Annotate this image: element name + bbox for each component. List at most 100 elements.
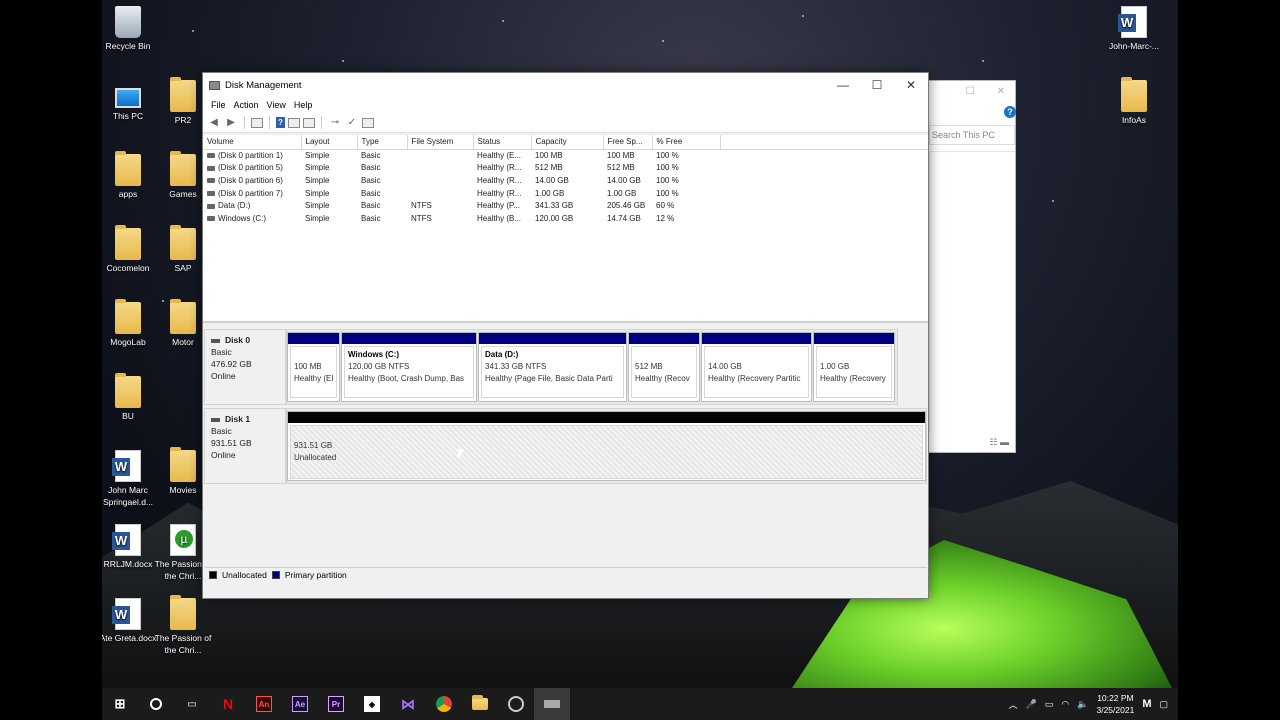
cell-text: (Disk 0 partition 1)	[218, 151, 283, 161]
chevron-up-icon[interactable]: ︿	[1009, 698, 1018, 711]
primary-partition-bar	[702, 333, 811, 344]
table-row[interactable]: (Disk 0 partition 5) Simple Basic Healthy (…	[203, 162, 928, 175]
help-book-icon[interactable]: ?	[276, 117, 285, 128]
properties-icon[interactable]	[288, 117, 300, 128]
col-file-system[interactable]: File System	[407, 135, 474, 150]
john-marc-right-doc-icon[interactable]: John-Marc-...	[1104, 6, 1164, 52]
ate-greta-doc-icon[interactable]: Ate Greta.docx	[102, 598, 158, 644]
col-type[interactable]: Type	[357, 135, 408, 150]
unity-taskbar-button[interactable]: ◈	[354, 688, 390, 720]
menu-file[interactable]: File	[211, 100, 226, 110]
microphone-icon[interactable]: 🎤	[1026, 699, 1037, 710]
premiere-taskbar-button[interactable]: Pr	[318, 688, 354, 720]
cocomelon-folder-icon[interactable]: Cocomelon	[102, 225, 158, 274]
passion-folder-icon[interactable]: The Passion of the Chri...	[153, 595, 213, 656]
checkmark-icon[interactable]: ✓	[345, 116, 359, 129]
apps-folder-icon[interactable]: apps	[102, 151, 158, 200]
col-volume[interactable]: Volume	[203, 135, 302, 150]
recycle-bin-icon[interactable]: Recycle Bin	[102, 6, 158, 52]
minimize-button[interactable]: —	[826, 73, 860, 97]
partition-100mb[interactable]: 100 MB Healthy (EI	[287, 332, 340, 402]
animate-taskbar-button[interactable]: An	[246, 688, 282, 720]
chrome-taskbar-button[interactable]	[426, 688, 462, 720]
forward-arrow-icon[interactable]: ▶	[224, 116, 238, 129]
cell-status: Healthy (B...	[473, 212, 531, 225]
menu-action[interactable]: Action	[234, 100, 259, 110]
mogolab-folder-icon[interactable]: MogoLab	[102, 299, 158, 348]
disk-management-taskbar-button[interactable]	[534, 688, 570, 720]
col-percent-free[interactable]: % Free	[652, 135, 721, 150]
list-view-icon[interactable]	[362, 117, 374, 128]
utorrent-icon	[170, 524, 196, 556]
col-free-space[interactable]: Free Sp...	[603, 135, 653, 150]
john-marc-doc-icon[interactable]: John Marc Springael.d...	[102, 450, 160, 508]
view-toggle-icon[interactable]: ☷ ▬	[989, 437, 1009, 448]
back-arrow-icon[interactable]: ◀	[207, 116, 221, 129]
table-row[interactable]: (Disk 0 partition 6) Simple Basic Healthy (…	[203, 174, 928, 187]
table-row[interactable]: Data (D:) Simple Basic NTFS Healthy (P... 341…	[203, 199, 928, 212]
partition-windows-c[interactable]: Windows (C:) 120.00 GB NTFS Healthy (Boot,…	[341, 332, 477, 402]
unallocated-space[interactable]: 931.51 GB Unallocated	[287, 411, 926, 481]
cell-text: 341.33 GB	[535, 201, 574, 211]
cell-layout: Simple	[301, 199, 357, 212]
table-row[interactable]: (Disk 0 partition 1) Simple Basic Healthy (…	[203, 149, 928, 162]
notification-icon[interactable]: ▢	[1159, 699, 1168, 710]
disk-1-partitions: 931.51 GB Unallocated	[286, 408, 927, 484]
infoas-folder-icon[interactable]: InfoAs	[1104, 77, 1164, 126]
cell-volume: Windows (C:)	[203, 212, 301, 225]
disk-0-type: Basic	[211, 347, 232, 357]
this-pc-icon[interactable]: This PC	[102, 80, 158, 122]
rrljm-doc-icon[interactable]: RRLJM.docx	[102, 524, 158, 570]
start-button[interactable]: ⊞	[102, 688, 138, 720]
system-tray: ︿ 🎤 ▭ ◠ 🔈 10:22 PM 3/25/2021 M ▢	[1009, 692, 1178, 716]
file-explorer-window[interactable]: ☐ ✕ ? Search This PC ☷ ▬	[925, 80, 1016, 453]
cell-type: Basic	[357, 162, 407, 175]
partition-data-d[interactable]: Data (D:) 341.33 GB NTFS Healthy (Page Fil…	[478, 332, 627, 402]
cell-text: Healthy (R...	[477, 188, 522, 198]
recycle-bin-glyph-icon	[115, 6, 141, 38]
maximize-button[interactable]: ☐	[860, 73, 894, 97]
help-icon[interactable]: ?	[1004, 106, 1016, 118]
table-row[interactable]: Windows (C:) Simple Basic NTFS Healthy (B...…	[203, 212, 928, 225]
obs-taskbar-button[interactable]	[498, 688, 534, 720]
col-capacity[interactable]: Capacity	[531, 135, 604, 150]
col-layout[interactable]: Layout	[301, 135, 358, 150]
disk-1-label-box[interactable]: Disk 1 Basic 931.51 GB Online	[204, 408, 286, 484]
apps-label: apps	[118, 189, 138, 199]
meet-now-icon[interactable]: M	[1142, 698, 1151, 710]
file-explorer-taskbar-button[interactable]	[462, 688, 498, 720]
unallocated-bar	[288, 412, 925, 423]
folder-icon	[170, 299, 196, 334]
visual-studio-taskbar-button[interactable]: ⋈	[390, 688, 426, 720]
disk-management-icon	[544, 700, 560, 708]
cortana-button[interactable]	[138, 688, 174, 720]
netflix-taskbar-button[interactable]: N	[210, 688, 246, 720]
connect-icon[interactable]: ⊸	[328, 116, 342, 129]
search-input[interactable]: Search This PC	[929, 125, 1015, 145]
menu-help[interactable]: Help	[294, 100, 313, 110]
cell-text: NTFS	[411, 213, 432, 223]
maximize-icon[interactable]: ☐	[966, 86, 975, 97]
premiere-icon: Pr	[328, 696, 344, 712]
disk-0-label-box[interactable]: Disk 0 Basic 476.92 GB Online	[204, 329, 286, 405]
after-effects-taskbar-button[interactable]: Ae	[282, 688, 318, 720]
battery-icon[interactable]: ▭	[1045, 699, 1054, 710]
partition-status: Healthy (EI	[294, 374, 334, 383]
partition-1gb[interactable]: 1.00 GB Healthy (Recovery	[813, 332, 895, 402]
bu-folder-icon[interactable]: BU	[102, 373, 158, 422]
view-icon[interactable]	[303, 117, 315, 128]
clock[interactable]: 10:22 PM 3/25/2021	[1096, 692, 1134, 716]
close-icon[interactable]: ✕	[997, 86, 1005, 97]
task-view-button[interactable]: ▭	[174, 688, 210, 720]
wifi-icon[interactable]: ◠	[1061, 699, 1069, 710]
table-row[interactable]: (Disk 0 partition 7) Simple Basic Healthy (…	[203, 187, 928, 200]
menu-view[interactable]: View	[267, 100, 286, 110]
close-button[interactable]: ✕	[894, 73, 928, 97]
show-hide-console-tree-icon[interactable]	[251, 117, 263, 128]
col-status[interactable]: Status	[473, 135, 532, 150]
partition-512mb[interactable]: 512 MB Healthy (Recov	[628, 332, 700, 402]
cell-text: Simple	[305, 213, 330, 223]
ate-greta-label: Ate Greta.docx	[102, 633, 157, 643]
partition-14gb[interactable]: 14.00 GB Healthy (Recovery Partitic	[701, 332, 812, 402]
volume-icon[interactable]: 🔈	[1077, 699, 1088, 710]
